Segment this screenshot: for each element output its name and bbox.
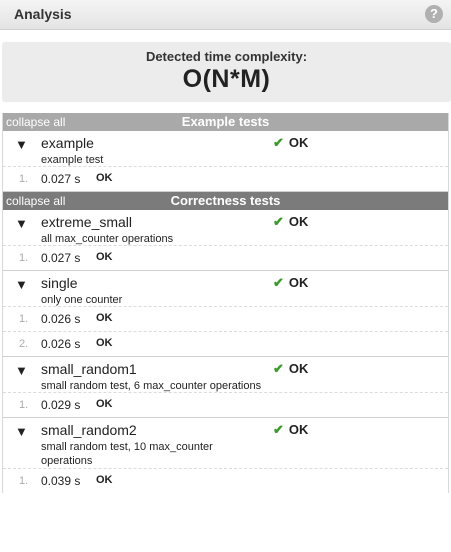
test-status-label: OK (288, 361, 309, 376)
test-header[interactable]: ▼ small_random1 small random test, 6 max… (3, 357, 448, 392)
run-status: OK (96, 251, 113, 263)
test-item-example: ▼ example example test ✔ OK 1. 0.027 s OK (3, 131, 448, 192)
test-name: single (41, 275, 78, 291)
test-description: all max_counter operations (41, 233, 174, 245)
run-row: 1. 0.027 s OK (3, 166, 448, 191)
test-status: ✔ OK (273, 135, 308, 151)
test-name: small_random2 (41, 422, 137, 438)
run-time: 0.027 s (41, 251, 81, 265)
test-status: ✔ OK (273, 214, 308, 230)
test-name: small_random1 (41, 361, 137, 377)
test-name: example (41, 135, 94, 151)
expand-arrow-icon[interactable]: ▼ (15, 216, 28, 231)
group-title: Correctness tests (170, 193, 281, 208)
run-time: 0.039 s (41, 474, 81, 488)
run-status: OK (96, 474, 113, 486)
test-status: ✔ OK (273, 422, 308, 438)
run-index: 1. (19, 475, 29, 487)
check-icon: ✔ (273, 214, 284, 229)
run-row: 1. 0.039 s OK (3, 468, 448, 493)
test-status-label: OK (288, 135, 309, 150)
test-status-label: OK (288, 422, 309, 437)
test-header[interactable]: ▼ small_random2 small random test, 10 ma… (3, 418, 448, 468)
test-status-label: OK (288, 275, 309, 290)
check-icon: ✔ (273, 422, 284, 437)
test-item-single: ▼ single only one counter ✔ OK 1. 0.026 s… (3, 271, 448, 357)
run-index: 1. (19, 173, 29, 185)
test-status-label: OK (288, 214, 309, 229)
test-status: ✔ OK (273, 361, 308, 377)
test-item-small-random1: ▼ small_random1 small random test, 6 max… (3, 357, 448, 418)
test-description: only one counter (41, 294, 123, 306)
run-status: OK (96, 172, 113, 184)
expand-arrow-icon[interactable]: ▼ (15, 424, 28, 439)
run-time: 0.026 s (41, 337, 81, 351)
run-row: 1. 0.029 s OK (3, 392, 448, 417)
test-header[interactable]: ▼ extreme_small all max_counter operatio… (3, 210, 448, 245)
run-time: 0.027 s (41, 172, 81, 186)
run-index: 2. (19, 338, 29, 350)
run-status: OK (96, 337, 113, 349)
test-header[interactable]: ▼ example example test ✔ OK (3, 131, 448, 166)
test-description: small random test, 10 max_counter operat… (41, 441, 213, 467)
analysis-header: Analysis ? (0, 0, 451, 30)
expand-arrow-icon[interactable]: ▼ (15, 363, 28, 378)
check-icon: ✔ (273, 361, 284, 376)
test-description: example test (41, 154, 104, 166)
run-row: 2. 0.026 s OK (3, 331, 448, 356)
run-time: 0.026 s (41, 312, 81, 326)
complexity-label: Detected time complexity: (145, 49, 308, 64)
header-title: Analysis (14, 6, 72, 22)
test-item-extreme-small: ▼ extreme_small all max_counter operatio… (3, 210, 448, 271)
test-item-small-random2: ▼ small_random2 small random test, 10 ma… (3, 418, 448, 493)
check-icon: ✔ (273, 135, 284, 150)
run-status: OK (96, 312, 113, 324)
group-header-example: collapse all Example tests (3, 113, 448, 131)
test-name: extreme_small (41, 214, 133, 230)
test-header[interactable]: ▼ single only one counter ✔ OK (3, 271, 448, 306)
test-status: ✔ OK (273, 275, 308, 291)
expand-arrow-icon[interactable]: ▼ (15, 277, 28, 292)
complexity-value: O(N*M) (182, 65, 271, 93)
run-row: 1. 0.027 s OK (3, 245, 448, 270)
run-time: 0.029 s (41, 398, 81, 412)
expand-arrow-icon[interactable]: ▼ (15, 137, 28, 152)
complexity-panel: Detected time complexity: O(N*M) (2, 42, 451, 102)
run-index: 1. (19, 252, 29, 264)
check-icon: ✔ (273, 275, 284, 290)
help-icon[interactable]: ? (425, 5, 443, 23)
test-results: collapse all Example tests ▼ example exa… (2, 113, 449, 493)
run-status: OK (96, 398, 113, 410)
test-description: small random test, 6 max_counter operati… (41, 380, 262, 392)
run-index: 1. (19, 313, 29, 325)
run-index: 1. (19, 399, 29, 411)
run-row: 1. 0.026 s OK (3, 306, 448, 331)
group-header-correctness: collapse all Correctness tests (3, 192, 448, 210)
group-title: Example tests (181, 114, 270, 129)
